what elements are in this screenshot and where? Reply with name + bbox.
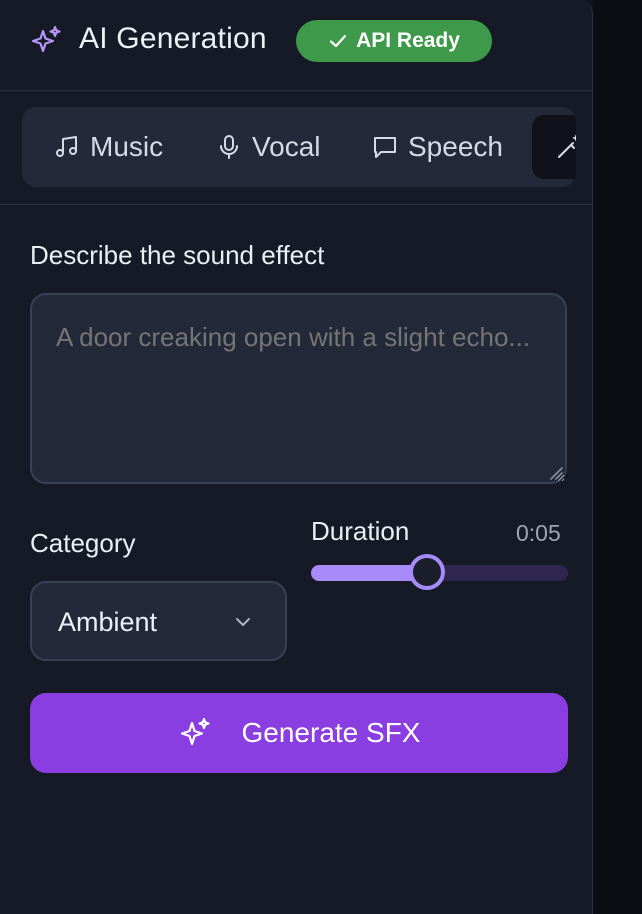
resize-grip-icon[interactable]	[549, 466, 563, 480]
outside-area	[593, 0, 642, 914]
tab-sfx[interactable]	[556, 107, 576, 187]
api-status-badge: API Ready	[296, 20, 492, 62]
category-select-value: Ambient	[58, 607, 158, 637]
api-status-label: API Ready	[356, 29, 460, 52]
speech-bubble-icon	[374, 137, 396, 158]
tab-vocal[interactable]: Vocal	[216, 107, 321, 187]
duration-label: Duration	[311, 516, 410, 546]
magic-wand-icon	[558, 135, 576, 158]
generation-tabs: Music Vocal Speech	[22, 107, 576, 187]
sparkles-icon	[31, 25, 61, 53]
duration-value: 0:05	[516, 520, 561, 546]
panel-title: AI Generation	[79, 22, 267, 55]
sparkles-icon	[180, 717, 210, 746]
check-icon	[329, 34, 347, 48]
tab-music[interactable]: Music	[54, 107, 163, 187]
duration-slider-thumb[interactable]	[408, 554, 445, 590]
panel-header: AI Generation API Ready	[0, 0, 592, 90]
prompt-label: Describe the sound effect	[30, 240, 325, 270]
generate-sfx-label: Generate SFX	[241, 717, 421, 748]
tab-vocal-label: Vocal	[252, 131, 321, 162]
generate-sfx-button[interactable]: Generate SFX	[30, 693, 568, 773]
category-label: Category	[30, 528, 136, 558]
tab-speech-label: Speech	[408, 131, 503, 162]
chevron-down-icon	[236, 618, 250, 626]
tabs-divider	[0, 204, 592, 205]
music-note-icon	[56, 136, 77, 157]
sfx-prompt-textarea[interactable]	[30, 293, 567, 484]
tab-speech[interactable]: Speech	[372, 107, 503, 187]
microphone-icon	[220, 135, 238, 159]
tab-music-label: Music	[90, 131, 164, 162]
header-divider	[0, 90, 592, 91]
ai-generation-panel: AI Generation API Ready Music Vocal Spee…	[0, 0, 593, 914]
